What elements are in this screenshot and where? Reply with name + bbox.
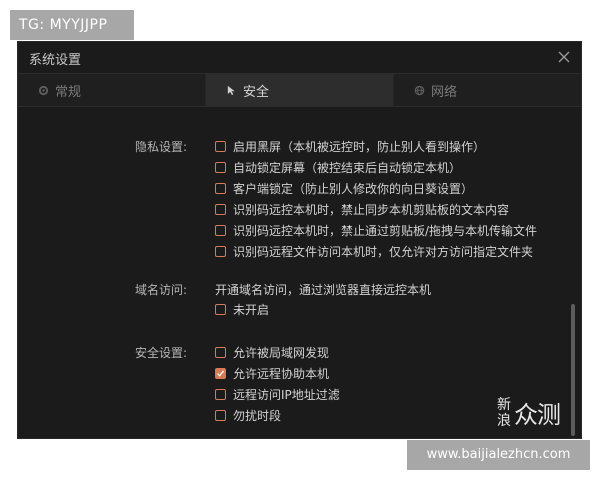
domain-option-disabled[interactable]: 未开启 xyxy=(215,299,269,319)
security-option-do-not-disturb[interactable]: 勿扰时段 xyxy=(215,405,281,425)
domain-access-description: 开通域名访问，通过浏览器直接远控本机 xyxy=(215,283,432,297)
window-title: 系统设置 xyxy=(29,53,82,68)
tg-watermark-label: TG: MYYJJPP xyxy=(10,10,134,40)
security-settings-label: 安全设置: xyxy=(135,346,188,360)
checkmark-icon xyxy=(217,369,225,377)
vertical-scrollbar[interactable] xyxy=(571,304,575,436)
gear-icon xyxy=(38,85,49,95)
checkbox[interactable] xyxy=(215,182,226,194)
watermark-small-text: 新浪 xyxy=(497,396,511,429)
privacy-option-black-screen[interactable]: 启用黑屏（本机被远控时，防止别人看到操作） xyxy=(215,136,485,156)
checkbox[interactable] xyxy=(215,224,226,236)
domain-access-label: 域名访问: xyxy=(135,283,188,297)
checkbox[interactable] xyxy=(215,303,226,315)
privacy-option-auto-lock[interactable]: 自动锁定屏幕（被控结束后自动锁定本机） xyxy=(215,157,461,177)
close-button[interactable] xyxy=(555,48,573,66)
tab-network[interactable]: 网络 xyxy=(394,74,581,106)
checkbox[interactable] xyxy=(215,388,226,400)
tab-general-label: 常规 xyxy=(55,84,82,100)
cursor-icon xyxy=(227,85,235,95)
checkbox[interactable] xyxy=(215,409,226,421)
tab-security[interactable]: 安全 xyxy=(206,74,394,106)
privacy-option-client-lock[interactable]: 客户端锁定（防止别人修改你的向日葵设置） xyxy=(215,178,473,198)
option-label: 远程访问IP地址过滤 xyxy=(233,387,340,402)
security-option-remote-assist[interactable]: 允许远程协助本机 xyxy=(215,363,329,383)
option-label: 未开启 xyxy=(233,302,270,317)
sina-watermark: 新浪 众测 xyxy=(497,395,561,430)
privacy-settings-label: 隐私设置: xyxy=(135,140,188,154)
checkbox-checked[interactable] xyxy=(215,367,226,379)
option-label: 识别码远程文件访问本机时，仅允许对方访问指定文件夹 xyxy=(233,244,534,259)
tab-network-label: 网络 xyxy=(431,84,458,100)
option-label: 自动锁定屏幕（被控结束后自动锁定本机） xyxy=(233,160,462,175)
security-settings-panel: 隐私设置: 启用黑屏（本机被远控时，防止别人看到操作） 自动锁定屏幕（被控结束后… xyxy=(18,108,581,438)
option-label: 勿扰时段 xyxy=(233,408,282,423)
settings-window: 系统设置 常规 安全 网络 隐私设置: 启用黑屏（本机被远控时，防止别人看到操作… xyxy=(17,41,582,439)
security-option-ip-filter[interactable]: 远程访问IP地址过滤 xyxy=(215,384,340,404)
option-label: 客户端锁定（防止别人修改你的向日葵设置） xyxy=(233,181,474,196)
privacy-option-clipboard-text[interactable]: 识别码远控本机时，禁止同步本机剪贴板的文本内容 xyxy=(215,199,509,219)
watermark-big-text: 众测 xyxy=(514,401,561,429)
option-label: 启用黑屏（本机被远控时，防止别人看到操作） xyxy=(233,139,486,154)
title-bar: 系统设置 xyxy=(18,42,581,72)
globe-icon xyxy=(414,85,425,95)
privacy-option-file-transfer[interactable]: 识别码远控本机时，禁止通过剪贴板/拖拽与本机传输文件 xyxy=(215,220,537,240)
privacy-option-folder-access[interactable]: 识别码远程文件访问本机时，仅允许对方访问指定文件夹 xyxy=(215,241,533,261)
site-url-label: www.baijialezhcn.com xyxy=(407,440,590,470)
option-label: 允许远程协助本机 xyxy=(233,366,330,381)
tab-security-label: 安全 xyxy=(243,84,270,100)
tab-general[interactable]: 常规 xyxy=(18,74,206,106)
option-label: 识别码远控本机时，禁止同步本机剪贴板的文本内容 xyxy=(233,202,510,217)
checkbox[interactable] xyxy=(215,346,226,358)
checkbox[interactable] xyxy=(215,203,226,215)
checkbox[interactable] xyxy=(215,161,226,173)
checkbox[interactable] xyxy=(215,140,226,152)
checkbox[interactable] xyxy=(215,245,226,257)
option-label: 识别码远控本机时，禁止通过剪贴板/拖拽与本机传输文件 xyxy=(233,223,538,238)
tab-bar: 常规 安全 网络 xyxy=(18,73,581,107)
option-label: 允许被局域网发现 xyxy=(233,345,330,360)
security-option-lan-discovery[interactable]: 允许被局域网发现 xyxy=(215,342,329,362)
close-icon xyxy=(558,51,570,63)
